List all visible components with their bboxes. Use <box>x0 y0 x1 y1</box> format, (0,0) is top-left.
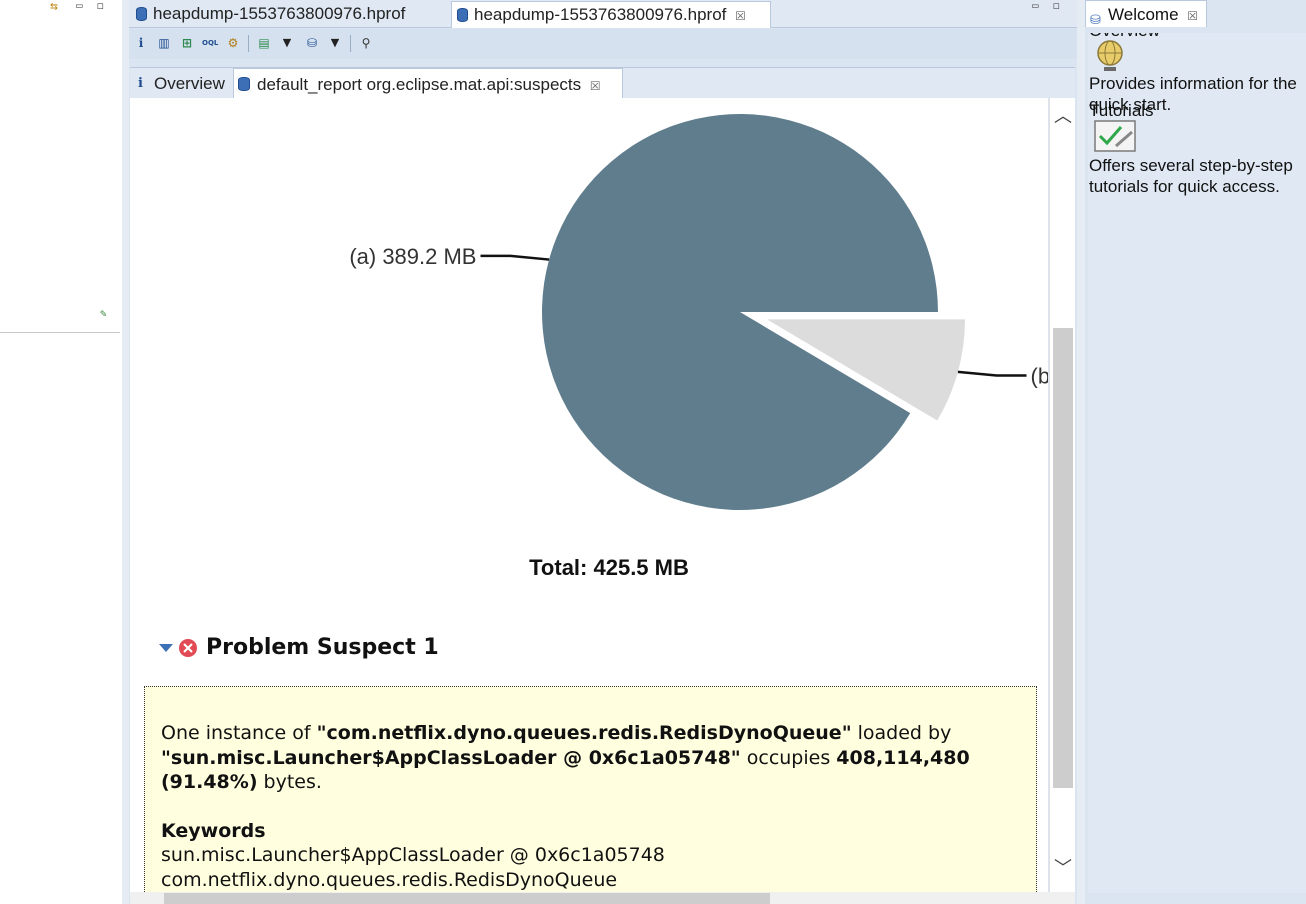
report-tab-bar: i Overview default_report org.eclipse.ma… <box>130 67 1075 99</box>
minimize-icon[interactable]: ▭ <box>76 0 83 12</box>
keywords-title: Keywords <box>161 819 266 842</box>
pie-leader-line <box>957 370 1027 377</box>
left-panel-divider <box>0 332 120 333</box>
summary-text: loaded by <box>851 722 952 744</box>
horizontal-scroll-thumb[interactable] <box>164 893 770 904</box>
summary-text: One instance of <box>161 722 317 744</box>
oql-icon[interactable]: OQL <box>202 35 218 51</box>
collapse-toggle <box>159 639 197 657</box>
tutorials-icon[interactable] <box>1094 120 1138 154</box>
maximize-icon[interactable]: ◻ <box>1053 0 1060 12</box>
info-icon: i <box>138 76 143 91</box>
heap-dump-overview-icon[interactable]: ⚙ <box>225 35 241 51</box>
maximize-icon[interactable]: ◻ <box>97 0 104 12</box>
welcome-icon: ⛁ <box>1090 12 1101 27</box>
vertical-scroll-thumb[interactable] <box>1053 328 1073 788</box>
eclipse-mat-window: ⇆ ▭ ◻ ✎ heapdump-1553763800976.hprof hea… <box>0 0 1306 904</box>
editor-tab-bar: heapdump-1553763800976.hprof heapdump-15… <box>129 0 1077 28</box>
editor-tab-heapdump-2[interactable]: heapdump-1553763800976.hprof ☒ <box>451 1 771 28</box>
tab-welcome[interactable]: ⛁ Welcome ☒ <box>1085 0 1207 27</box>
close-icon[interactable]: ☒ <box>590 79 601 93</box>
summary-text: bytes. <box>257 771 322 793</box>
toolbar-separator <box>350 35 351 52</box>
minimize-icon[interactable]: ▭ <box>1032 0 1039 12</box>
problem-suspect-description: One instance of "com.netflix.dyno.queues… <box>144 686 1037 892</box>
welcome-view: ⛁ Welcome ☒ Overview Provides informatio… <box>1085 0 1306 904</box>
welcome-body: Overview Provides information for the qu… <box>1088 33 1306 893</box>
database-icon <box>457 8 468 22</box>
info-icon[interactable]: i <box>133 35 149 51</box>
database-icon <box>136 7 147 21</box>
keyword-item: com.netflix.dyno.queues.redis.RedisDynoQ… <box>161 868 618 891</box>
chart-total-label: Total: 425.5 MB <box>529 555 689 580</box>
pin-icon[interactable]: ✎ <box>100 308 107 320</box>
horizontal-scrollbar[interactable] <box>130 892 1075 904</box>
pie-slice-a <box>542 113 938 510</box>
scroll-up-icon[interactable]: ︿ <box>1050 106 1076 128</box>
editor-tab-label: heapdump-1553763800976.hprof <box>474 5 727 24</box>
summary-text: occupies <box>740 746 837 769</box>
suspect-class-name: "com.netflix.dyno.queues.redis.RedisDyno… <box>316 722 852 744</box>
scroll-down-icon[interactable]: ﹀ <box>1050 858 1076 880</box>
editor-tab-heapdump-1[interactable]: heapdump-1553763800976.hprof <box>131 1 449 28</box>
welcome-tab-label: Welcome <box>1108 5 1179 24</box>
report-content: (a) 389.2 MB(b) 36.3 MB Total: 425.5 MB … <box>130 98 1048 892</box>
histogram-icon[interactable]: ▥ <box>156 35 172 51</box>
editor-tab-label: heapdump-1553763800976.hprof <box>153 4 406 23</box>
pie-leader-line <box>480 254 550 261</box>
close-icon[interactable]: ☒ <box>1187 9 1198 23</box>
left-view-panel: ⇆ ▭ ◻ ✎ <box>0 0 122 904</box>
report-icon <box>238 77 250 91</box>
close-icon[interactable]: ☒ <box>735 9 746 23</box>
editor-area: heapdump-1553763800976.hprof heapdump-15… <box>129 0 1077 904</box>
problem-suspect-title: Problem Suspect 1 <box>206 635 439 660</box>
tab-label: default_report org.eclipse.mat.api:suspe… <box>257 75 582 94</box>
dropdown-icon[interactable]: ▼ <box>327 35 343 51</box>
sync-icon[interactable]: ⇆ <box>50 0 58 13</box>
keyword-item: sun.misc.Launcher$AppClassLoader @ 0x6c1… <box>161 844 665 866</box>
toolbar-separator <box>248 35 249 52</box>
suspect-bytes: 408,114,480 <box>836 746 970 769</box>
tab-overview[interactable]: i Overview <box>134 68 234 99</box>
tab-default-report[interactable]: default_report org.eclipse.mat.api:suspe… <box>233 68 623 99</box>
dominator-tree-icon[interactable]: ⊞ <box>179 35 195 51</box>
suspect-class-loader: "sun.misc.Launcher$AppClassLoader @ 0x6c… <box>161 746 741 769</box>
run-report-icon[interactable]: ▤ <box>256 35 272 51</box>
dropdown-icon[interactable]: ▼ <box>279 35 295 51</box>
pie-label-a: (a) 389.2 MB <box>349 244 476 269</box>
suspect-percent: (91.48%) <box>161 771 258 793</box>
left-sash[interactable] <box>122 0 129 904</box>
tutorials-description: Offers several step-by-step tutorials fo… <box>1089 156 1293 196</box>
chevron-down-icon[interactable] <box>159 644 173 652</box>
search-icon[interactable]: ⚲ <box>358 35 374 51</box>
editor-toolbar: i ▥ ⊞ OQL ⚙ ▤ ▼ ⛁ ▼ ⚲ <box>129 29 1077 59</box>
pie-chart: (a) 389.2 MB (b) 36.3 MB Total: 425.5 MB <box>349 113 1048 580</box>
tutorials-link[interactable]: Tutorials <box>1089 101 1154 121</box>
right-sash[interactable] <box>1077 0 1085 904</box>
tab-label: Overview <box>154 74 225 93</box>
globe-icon[interactable] <box>1096 39 1126 73</box>
pie-label-b: (b) 36.3 MB <box>1031 364 1048 389</box>
vertical-scrollbar[interactable]: ︿ ﹀ <box>1049 98 1075 892</box>
query-browser-icon[interactable]: ⛁ <box>304 35 320 51</box>
suspect-summary: One instance of "com.netflix.dyno.queues… <box>161 721 1020 795</box>
